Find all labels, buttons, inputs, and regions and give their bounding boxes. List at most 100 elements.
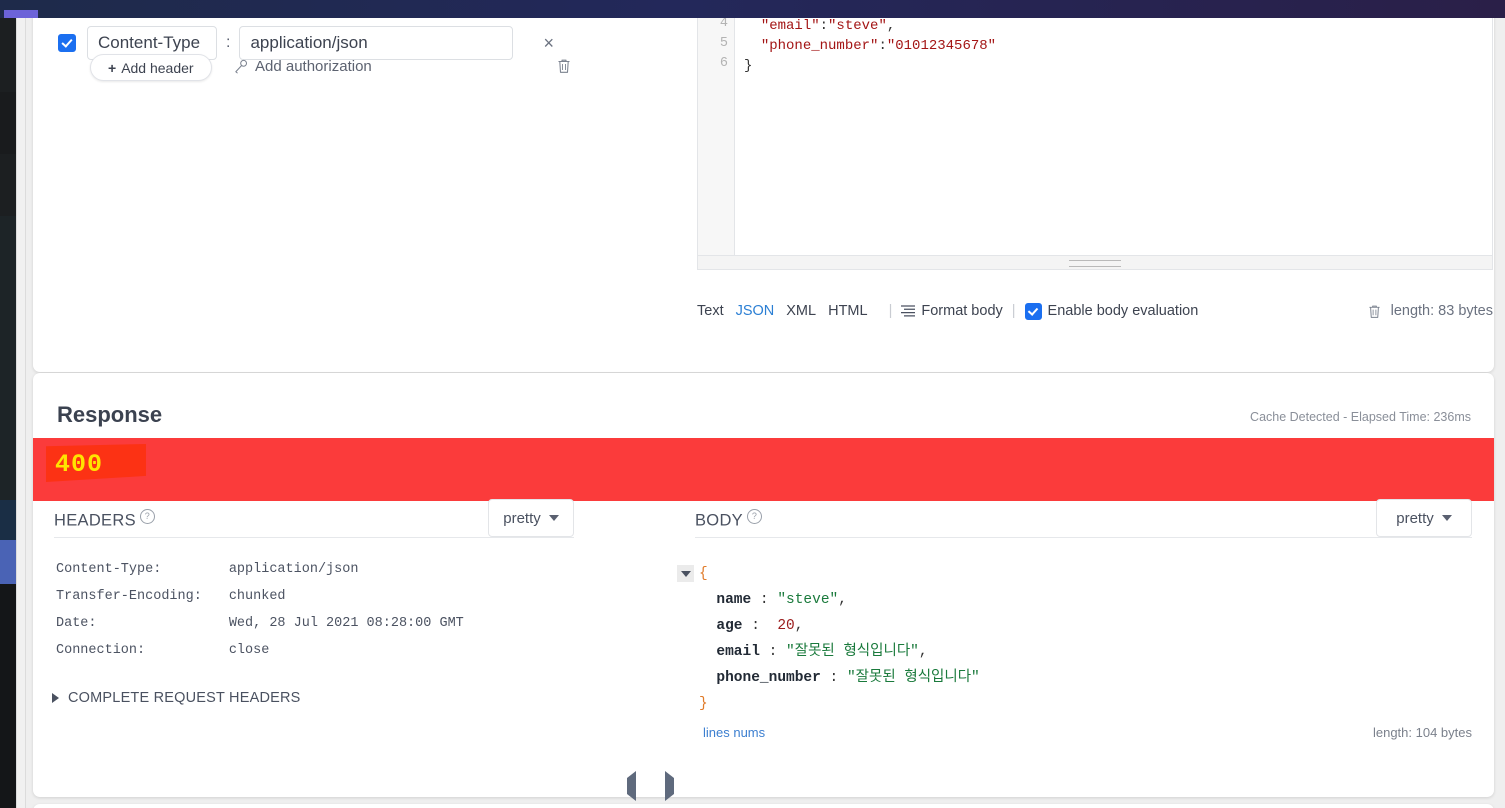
prev-panel-button[interactable]: [627, 771, 636, 801]
rail-seg-blue-active[interactable]: [0, 540, 16, 584]
toolbar-divider-2: |: [1011, 303, 1016, 319]
header-row: Connection: close: [56, 638, 464, 663]
code-line: "email":"steve",: [760, 18, 896, 34]
rail-seg-slate[interactable]: [0, 216, 16, 500]
complete-request-headers-toggle[interactable]: COMPLETE REQUEST HEADERS: [52, 690, 301, 706]
complete-request-headers-label: COMPLETE REQUEST HEADERS: [68, 690, 301, 706]
status-code: 400: [55, 450, 104, 479]
json-line: phone_number : "잘못된 형식입니다": [699, 665, 987, 691]
chevron-down-icon: [548, 515, 559, 521]
rail-seg-navy[interactable]: [0, 500, 16, 540]
request-card: : × + Add header Add authorization: [33, 18, 1494, 372]
code-line: "phone_number":"01012345678": [760, 38, 997, 54]
format-tab-json[interactable]: JSON: [736, 303, 775, 319]
request-body-editor[interactable]: 23456 "name":"steve", "age":20, "email":…: [697, 18, 1493, 256]
format-body-button[interactable]: Format body: [901, 303, 1003, 319]
response-headers-column: HEADERS? pretty Content-Type: application…: [33, 499, 620, 797]
json-line: }: [699, 691, 980, 717]
json-separator: :: [742, 618, 769, 634]
header-value: Wed, 28 Jul 2021 08:28:00 GMT: [228, 616, 464, 631]
window-titlebar: [0, 0, 1505, 18]
chevron-down-icon: [1441, 515, 1452, 521]
page-scrollbar-track[interactable]: [16, 18, 26, 808]
header-value: application/json: [228, 562, 359, 577]
request-body-length: length: 83 bytes: [1390, 303, 1493, 319]
titlebar-accent: [4, 10, 38, 18]
add-header-label: Add header: [121, 59, 194, 76]
json-key: name: [716, 592, 752, 608]
add-authorization-button[interactable]: Add authorization: [233, 58, 372, 75]
json-comma: ,: [838, 592, 847, 608]
header-value-input[interactable]: [239, 26, 514, 60]
response-body-length: length: 104 bytes: [1372, 725, 1472, 740]
editor-gutter: 23456: [698, 18, 735, 255]
response-body-column: BODY? pretty { name : "steve", age : 20,…: [663, 499, 1494, 797]
body-format-select[interactable]: pretty: [1376, 499, 1472, 537]
line-number: 4: [719, 18, 728, 31]
format-tab-html[interactable]: HTML: [828, 303, 867, 319]
header-name: Content-Type:: [56, 562, 162, 577]
rail-seg-dark-2[interactable]: [0, 92, 16, 154]
headers-label: HEADERS: [54, 511, 136, 530]
json-comma: ,: [794, 618, 804, 634]
response-title: Response: [57, 402, 163, 427]
json-value: "잘못된 형식입니다": [786, 644, 919, 660]
next-section-card: [33, 804, 1494, 808]
json-line: name : "steve",: [699, 587, 980, 613]
request-body-editor-pane: 23456 "name":"steve", "age":20, "email":…: [673, 18, 1493, 290]
request-headers-pane: : × + Add header Add authorization: [33, 18, 663, 372]
json-line: {: [677, 561, 980, 587]
trash-icon[interactable]: [1368, 304, 1381, 319]
editor-horizontal-scrollbar[interactable]: [697, 256, 1493, 270]
add-header-button[interactable]: + Add header: [90, 54, 212, 81]
lines-nums-toggle[interactable]: lines nums: [703, 725, 765, 740]
enable-eval-label: Enable body evaluation: [1047, 303, 1199, 319]
header-enabled-checkbox[interactable]: [58, 34, 76, 52]
json-value: "잘못된 형식입니다": [846, 670, 980, 686]
collapse-toggle-icon[interactable]: [677, 565, 694, 582]
format-tab-text[interactable]: Text: [697, 303, 724, 319]
rail-seg-dark-4[interactable]: [0, 584, 16, 808]
json-value: 20: [768, 618, 795, 634]
json-separator: :: [751, 592, 778, 608]
format-body-label: Format body: [921, 303, 1003, 319]
headers-format-select[interactable]: pretty: [488, 499, 574, 537]
body-format-value: pretty: [1396, 509, 1434, 527]
help-icon[interactable]: ?: [139, 509, 155, 524]
header-name: Date:: [56, 616, 97, 631]
status-bar: 400: [33, 438, 1494, 501]
enable-body-evaluation-toggle[interactable]: Enable body evaluation: [1024, 302, 1199, 320]
json-separator: :: [820, 670, 847, 686]
json-key: phone_number: [716, 670, 821, 686]
toolbar-divider-1: |: [888, 303, 893, 319]
line-number: 5: [719, 36, 728, 51]
response-body-json[interactable]: { name : "steve", age : 20, email : "잘못된…: [677, 561, 987, 717]
key-icon: [235, 59, 248, 74]
rail-seg-dark-3[interactable]: [0, 154, 16, 216]
remove-header-icon[interactable]: ×: [543, 34, 554, 52]
delete-headers-button[interactable]: [557, 58, 571, 77]
enable-eval-checkbox[interactable]: [1024, 302, 1042, 320]
help-icon[interactable]: ?: [746, 509, 762, 524]
toolbar-right-group: length: 83 bytes: [1368, 303, 1493, 319]
header-name: Connection:: [56, 643, 146, 658]
request-body-toolbar: Text JSON XML HTML | Format body | Enabl…: [697, 298, 1493, 324]
trash-icon: [558, 59, 570, 73]
format-tab-xml[interactable]: XML: [786, 303, 816, 319]
header-name: Transfer-Encoding:: [56, 589, 202, 604]
chevron-right-icon: [52, 693, 59, 703]
line-number: 6: [719, 56, 728, 71]
body-label: BODY: [695, 511, 743, 530]
header-value: chunked: [228, 589, 286, 604]
header-row: Transfer-Encoding: chunked: [56, 584, 464, 609]
headers-format-value: pretty: [503, 509, 541, 527]
json-open-brace: {: [699, 566, 708, 582]
headers-heading: HEADERS?: [54, 509, 155, 531]
page-canvas: : × + Add header Add authorization: [24, 18, 1505, 808]
response-card: Response Cache Detected - Elapsed Time: …: [33, 373, 1494, 801]
json-value: "steve": [777, 592, 839, 608]
